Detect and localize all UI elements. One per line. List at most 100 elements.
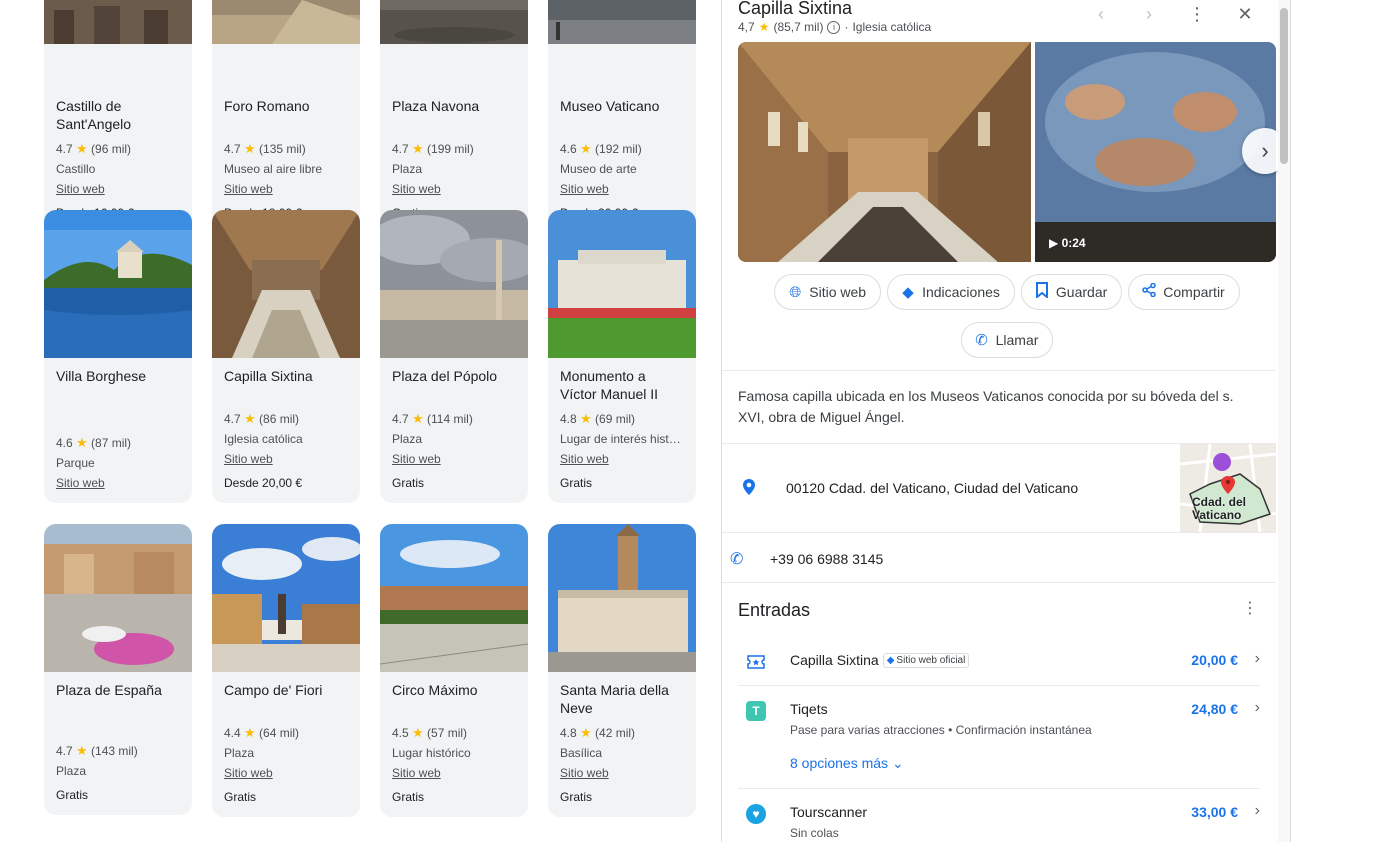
place-name: Santa Maria della Neve [560,682,669,716]
divider [738,685,1260,686]
website-button[interactable]: 🌐︎ Sitio web [774,274,882,310]
chevron-right-icon: › [1254,650,1260,667]
place-photo [44,210,192,358]
place-photo [380,210,528,358]
ticket-provider: Tourscanner [790,804,868,820]
photo-main[interactable] [738,42,1031,262]
place-rating: 4.6 ★ (192 mil) [560,141,642,156]
directions-button[interactable]: ◆ Indicaciones [887,274,1015,310]
website-link[interactable]: Sitio web [392,765,516,781]
website-link[interactable]: Sitio web [560,765,684,781]
website-link[interactable]: Sitio web [392,451,516,467]
place-type: Plaza [392,162,423,176]
place-card[interactable]: Plaza Navona 4.7 ★ (199 mil) Plaza Sitio… [380,0,528,233]
scrollbar-thumb[interactable] [1280,8,1288,164]
website-link[interactable]: Sitio web [560,181,684,197]
place-rating: 4.7 ★ (135 mil) [224,141,306,156]
chevron-down-icon: ⌄ [891,755,904,771]
place-rating: 4.7 ★ (114 mil) [392,411,473,426]
star-icon: ★ [244,411,256,426]
star-icon: ★ [580,411,592,426]
place-card[interactable]: Castillo de Sant'Angelo 4.7 ★ (96 mil) C… [44,0,192,233]
place-name: Capilla Sixtina [224,368,313,384]
star-icon: ★ [412,725,424,740]
place-rating: 4.8 ★ (69 mil) [560,411,636,426]
divider [738,788,1260,789]
place-photo [548,210,696,358]
ticket-price: 20,00 € [1191,652,1238,668]
call-button[interactable]: ✆ Llamar [960,322,1054,358]
photo-video[interactable]: ▶ 0:24 [1035,42,1276,262]
panel-category: Iglesia católica [852,20,932,34]
close-icon[interactable]: ✕ [1234,4,1256,25]
place-price: Desde 20,00 € [224,476,303,490]
scrollbar[interactable] [1278,0,1290,842]
divider [722,370,1276,371]
panel-review-count[interactable]: (85,7 mil) [773,20,823,34]
star-icon: ★ [412,411,424,426]
place-type: Castillo [56,162,96,176]
place-card[interactable]: Plaza de España 4.7 ★ (143 mil) Plaza Gr… [44,524,192,815]
place-photo [44,0,192,88]
place-name: Foro Romano [224,98,310,114]
bookmark-icon [1034,282,1050,302]
website-link[interactable]: Sitio web [224,181,348,197]
address-row[interactable]: 00120 Cdad. del Vaticano, Ciudad del Vat… [722,444,1276,532]
place-rating: 4.7 ★ (86 mil) [224,411,300,426]
website-link[interactable]: Sitio web [224,451,348,467]
info-icon[interactable]: i [827,20,841,34]
ticket-details: Pase para varias atracciones • Confirmac… [790,723,1092,737]
place-card[interactable]: Campo de' Fiori 4.4 ★ (64 mil) Plaza Sit… [212,524,360,817]
video-duration: ▶ 0:24 [1049,236,1086,250]
more-vert-icon[interactable]: ⋮ [1242,598,1258,618]
official-badge: ◆ Sitio web oficial [882,652,970,668]
place-type: Plaza [56,764,87,778]
website-link[interactable]: Sitio web [56,475,180,491]
place-name: Circo Máximo [392,682,478,698]
star-icon: ★ [758,20,770,34]
more-options-link[interactable]: 8 opciones más ⌄ [790,755,904,772]
phone-icon: ✆ [975,332,988,349]
place-card[interactable]: Foro Romano 4.7 ★ (135 mil) Museo al air… [212,0,360,233]
star-icon: ★ [244,725,256,740]
mini-map[interactable]: Cdad. del Vaticano [1180,444,1276,532]
place-name: Plaza de España [56,682,162,698]
place-type: Plaza [224,746,255,760]
share-button[interactable]: Compartir [1128,274,1240,310]
tiqets-logo-icon: T [746,701,766,721]
website-link[interactable]: Sitio web [392,181,516,197]
website-link[interactable]: Sitio web [224,765,348,781]
more-vert-icon[interactable]: ⋮ [1186,4,1208,25]
place-type: Iglesia católica [224,432,303,446]
shield-check-icon: ◆ [886,654,895,666]
place-type: Museo al aire libre [224,162,323,176]
ticket-details: Sin colas [790,826,839,840]
tourscanner-logo-icon: ♥ [746,804,766,824]
website-link[interactable]: Sitio web [56,181,180,197]
chevron-right-icon[interactable]: › [1138,4,1160,25]
phone-row[interactable]: ✆ +39 06 6988 3145 [722,533,1276,583]
place-card[interactable]: Santa Maria della Neve 4.8 ★ (42 mil) Ba… [548,524,696,817]
place-rating: 4.6 ★ (87 mil) [56,435,132,450]
save-button[interactable]: Guardar [1020,274,1123,310]
place-name: Villa Borghese [56,368,147,384]
star-icon: ★ [76,743,88,758]
action-chips: 🌐︎ Sitio web ◆ Indicaciones Guardar Compar… [722,274,1290,358]
place-type: Lugar de interés hist… [560,432,681,446]
place-card[interactable]: Monumento a Víctor Manuel II 4.8 ★ (69 m… [548,210,696,503]
place-photo [380,524,528,672]
place-price: Gratis [56,788,89,802]
place-price: Gratis [560,476,593,490]
place-price: Gratis [392,790,425,804]
star-icon: ★ [76,141,88,156]
place-card[interactable]: Villa Borghese 4.6 ★ (87 mil) Parque Sit… [44,210,192,503]
place-card[interactable]: Museo Vaticano 4.6 ★ (192 mil) Museo de … [548,0,696,233]
place-photo [548,0,696,88]
place-card[interactable]: Circo Máximo 4.5 ★ (57 mil) Lugar histór… [380,524,528,817]
website-link[interactable]: Sitio web [560,451,684,467]
place-name: Monumento a Víctor Manuel II [560,368,659,402]
place-card[interactable]: Capilla Sixtina 4.7 ★ (86 mil) Iglesia c… [212,210,360,503]
chevron-left-icon[interactable]: ‹ [1090,4,1112,25]
chevron-right-icon: › [1254,699,1260,716]
place-card[interactable]: Plaza del Pópolo 4.7 ★ (114 mil) Plaza S… [380,210,528,503]
